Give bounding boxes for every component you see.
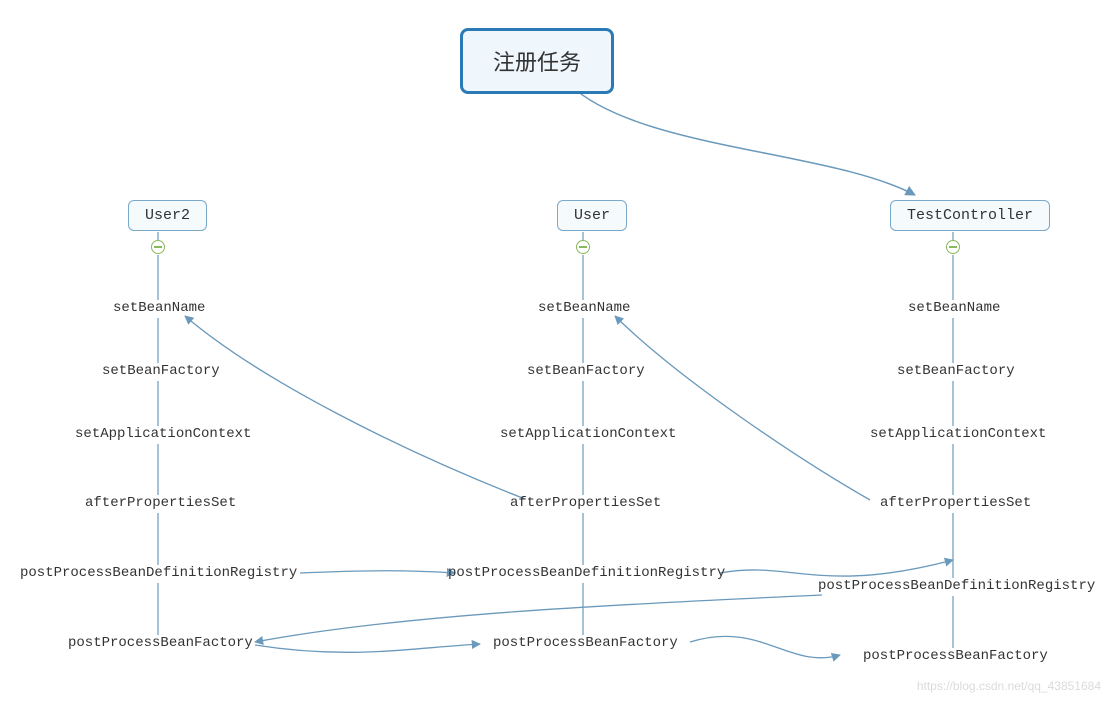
root-label: 注册任务 xyxy=(493,50,581,75)
leaf-item[interactable]: setBeanName xyxy=(908,300,1000,316)
node-user2-label: User2 xyxy=(145,207,190,224)
leaf-item[interactable]: postProcessBeanDefinitionRegistry xyxy=(818,578,1095,594)
node-user[interactable]: User xyxy=(557,200,627,231)
leaf-item[interactable]: postProcessBeanFactory xyxy=(68,635,253,651)
leaf-item[interactable]: setBeanFactory xyxy=(102,363,220,379)
root-node[interactable]: 注册任务 xyxy=(460,28,614,94)
node-testcontroller-label: TestController xyxy=(907,207,1033,224)
leaf-item[interactable]: afterPropertiesSet xyxy=(880,495,1031,511)
leaf-item[interactable]: setBeanFactory xyxy=(897,363,1015,379)
collapse-icon[interactable] xyxy=(576,240,590,254)
leaf-item[interactable]: setBeanFactory xyxy=(527,363,645,379)
collapse-icon[interactable] xyxy=(946,240,960,254)
connector-layer xyxy=(0,0,1109,701)
leaf-item[interactable]: setApplicationContext xyxy=(500,426,676,442)
leaf-item[interactable]: afterPropertiesSet xyxy=(510,495,661,511)
leaf-item[interactable]: setApplicationContext xyxy=(75,426,251,442)
leaf-item[interactable]: setBeanName xyxy=(538,300,630,316)
leaf-item[interactable]: setApplicationContext xyxy=(870,426,1046,442)
leaf-item[interactable]: postProcessBeanDefinitionRegistry xyxy=(448,565,725,581)
leaf-item[interactable]: postProcessBeanFactory xyxy=(863,648,1048,664)
leaf-item[interactable]: postProcessBeanFactory xyxy=(493,635,678,651)
node-user-label: User xyxy=(574,207,610,224)
watermark-text: https://blog.csdn.net/qq_43851684 xyxy=(917,679,1101,693)
node-user2[interactable]: User2 xyxy=(128,200,207,231)
leaf-item[interactable]: setBeanName xyxy=(113,300,205,316)
node-testcontroller[interactable]: TestController xyxy=(890,200,1050,231)
leaf-item[interactable]: afterPropertiesSet xyxy=(85,495,236,511)
leaf-item[interactable]: postProcessBeanDefinitionRegistry xyxy=(20,565,297,581)
collapse-icon[interactable] xyxy=(151,240,165,254)
